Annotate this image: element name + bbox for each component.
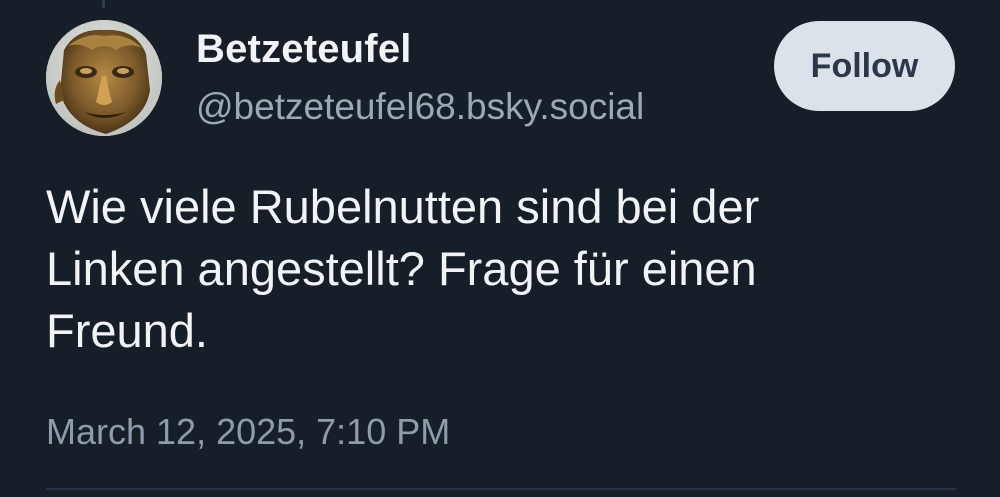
post-timestamp[interactable]: March 12, 2025, 7:10 PM (46, 411, 450, 453)
post-text-line: Freund. (46, 304, 208, 357)
post-text-line: Linken angestellt? Frage für einen (46, 242, 757, 295)
author-handle[interactable]: @betzeteufel68.bsky.social (196, 86, 644, 128)
follow-button[interactable]: Follow (774, 21, 955, 111)
thread-connector-line (102, 0, 105, 8)
divider (46, 488, 956, 490)
avatar[interactable] (46, 20, 162, 136)
author-display-name[interactable]: Betzeteufel (196, 27, 412, 72)
bronze-face-statue-avatar-icon (46, 20, 162, 136)
post-text: Wie viele Rubelnutten sind bei der Linke… (46, 176, 946, 362)
post-card: Betzeteufel @betzeteufel68.bsky.social F… (0, 0, 1000, 497)
post-text-line: Wie viele Rubelnutten sind bei der (46, 180, 760, 233)
